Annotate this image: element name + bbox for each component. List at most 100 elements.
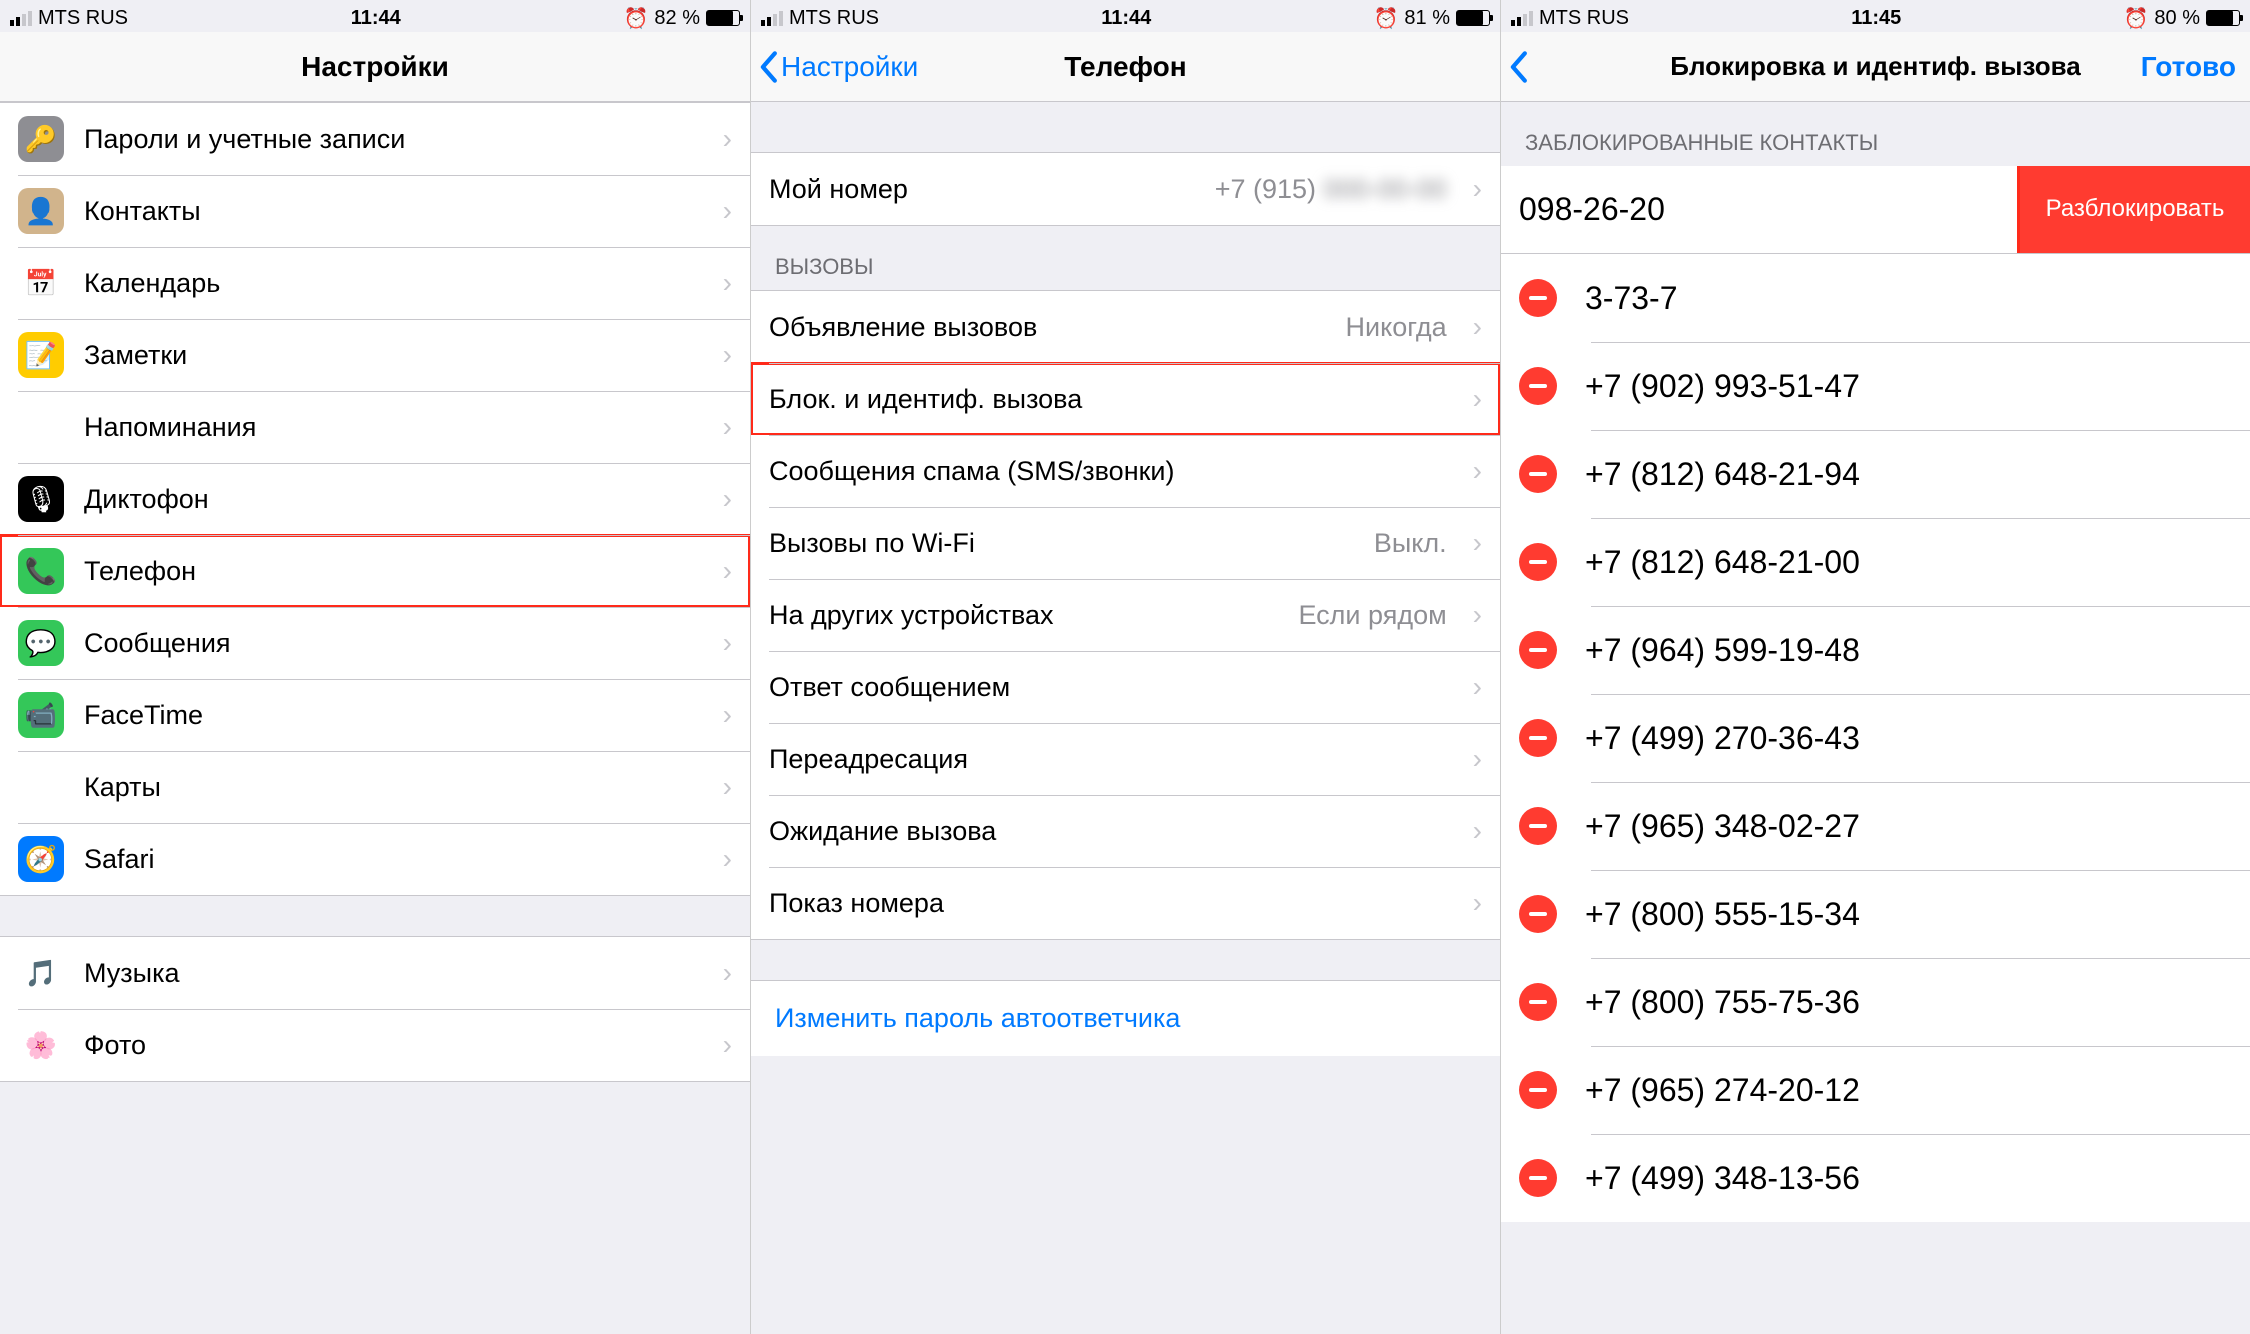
app-icon: 🌸 bbox=[18, 1022, 64, 1068]
app-icon: 🔑 bbox=[18, 116, 64, 162]
nav-bar: Настройки bbox=[0, 32, 750, 102]
app-icon: 💬 bbox=[18, 620, 64, 666]
app-icon: 📹 bbox=[18, 692, 64, 738]
row-label: Сообщения спама (SMS/звонки) bbox=[769, 456, 1453, 487]
blocked-number: +7 (965) 348-02-27 bbox=[1585, 808, 1860, 845]
signal-icon bbox=[761, 11, 783, 26]
battery-pct: 82 % bbox=[654, 7, 700, 30]
blocked-row[interactable]: +7 (965) 348-02-27 bbox=[1501, 782, 2250, 870]
app-icon: 👤 bbox=[18, 188, 64, 234]
blocked-row[interactable]: 3-73-7 bbox=[1501, 254, 2250, 342]
carrier-label: MTS RUS bbox=[1539, 7, 1629, 30]
delete-icon[interactable] bbox=[1519, 543, 1557, 581]
settings-row[interactable]: 📹 FaceTime › bbox=[0, 679, 750, 751]
phone-setting-row[interactable]: Переадресация › bbox=[751, 723, 1500, 795]
alarm-icon: ⏰ bbox=[1374, 6, 1399, 31]
row-label: Переадресация bbox=[769, 744, 1453, 775]
unblock-button[interactable]: Разблокировать bbox=[2020, 166, 2250, 253]
done-button[interactable]: Готово bbox=[2141, 32, 2236, 101]
nav-bar: Настройки Телефон bbox=[751, 32, 1500, 102]
delete-icon[interactable] bbox=[1519, 455, 1557, 493]
blocked-row[interactable]: +7 (800) 755-75-36 bbox=[1501, 958, 2250, 1046]
phone-setting-row[interactable]: Показ номера › bbox=[751, 867, 1500, 939]
page-title: Блокировка и идентиф. вызова bbox=[1670, 51, 2080, 82]
app-icon: 🎙 bbox=[18, 476, 64, 522]
delete-icon[interactable] bbox=[1519, 631, 1557, 669]
battery-pct: 81 % bbox=[1404, 7, 1450, 30]
row-label: Ответ сообщением bbox=[769, 672, 1453, 703]
chevron-right-icon: › bbox=[723, 957, 732, 989]
blocked-row[interactable]: +7 (812) 648-21-00 bbox=[1501, 518, 2250, 606]
clock: 11:44 bbox=[1101, 7, 1151, 30]
delete-icon[interactable] bbox=[1519, 279, 1557, 317]
phone-setting-row[interactable]: Сообщения спама (SMS/звонки) › bbox=[751, 435, 1500, 507]
row-label: Показ номера bbox=[769, 888, 1453, 919]
settings-row[interactable]: 🗺 Карты › bbox=[0, 751, 750, 823]
delete-icon[interactable] bbox=[1519, 895, 1557, 933]
phone-setting-row[interactable]: Блок. и идентиф. вызова › bbox=[751, 363, 1500, 435]
settings-row[interactable]: ☑ Напоминания › bbox=[0, 391, 750, 463]
phone-setting-row[interactable]: На других устройствах Если рядом › bbox=[751, 579, 1500, 651]
blocked-row[interactable]: +7 (812) 648-21-94 bbox=[1501, 430, 2250, 518]
chevron-right-icon: › bbox=[723, 267, 732, 299]
blocked-number: +7 (812) 648-21-94 bbox=[1585, 456, 1860, 493]
phone-setting-row[interactable]: Вызовы по Wi-Fi Выкл. › bbox=[751, 507, 1500, 579]
row-my-number[interactable]: Мой номер +7 (915) 000-00-00 › bbox=[751, 153, 1500, 225]
carrier-label: MTS RUS bbox=[789, 7, 879, 30]
delete-icon[interactable] bbox=[1519, 367, 1557, 405]
settings-row[interactable]: 💬 Сообщения › bbox=[0, 607, 750, 679]
row-label: Телефон bbox=[84, 556, 703, 587]
blocked-row[interactable]: +7 (800) 555-15-34 bbox=[1501, 870, 2250, 958]
settings-row[interactable]: 📞 Телефон › bbox=[0, 535, 750, 607]
chevron-right-icon: › bbox=[723, 483, 732, 515]
settings-row[interactable]: 📅 Календарь › bbox=[0, 247, 750, 319]
settings-row[interactable]: 🎙 Диктофон › bbox=[0, 463, 750, 535]
delete-icon[interactable] bbox=[1519, 719, 1557, 757]
settings-row[interactable]: 🌸 Фото › bbox=[0, 1009, 750, 1081]
delete-icon[interactable] bbox=[1519, 1159, 1557, 1197]
chevron-right-icon: › bbox=[1473, 815, 1482, 847]
blocked-row[interactable]: +7 (965) 274-20-12 bbox=[1501, 1046, 2250, 1134]
settings-row[interactable]: 🎵 Музыка › bbox=[0, 937, 750, 1009]
chevron-right-icon: › bbox=[1473, 887, 1482, 919]
blocked-number: +7 (964) 599-19-48 bbox=[1585, 632, 1860, 669]
blocked-row[interactable]: +7 (499) 270-36-43 bbox=[1501, 694, 2250, 782]
blocked-number: +7 (812) 648-21-00 bbox=[1585, 544, 1860, 581]
blocked-row[interactable]: +7 (902) 993-51-47 bbox=[1501, 342, 2250, 430]
chevron-right-icon: › bbox=[723, 411, 732, 443]
phone-setting-row[interactable]: Ожидание вызова › bbox=[751, 795, 1500, 867]
settings-row[interactable]: 👤 Контакты › bbox=[0, 175, 750, 247]
delete-icon[interactable] bbox=[1519, 983, 1557, 1021]
blocked-row[interactable]: +7 (964) 599-19-48 bbox=[1501, 606, 2250, 694]
row-label: Заметки bbox=[84, 340, 703, 371]
row-label: Safari bbox=[84, 844, 703, 875]
row-label: Ожидание вызова bbox=[769, 816, 1453, 847]
nav-bar: Блокировка и идентиф. вызова Готово bbox=[1501, 32, 2250, 102]
phone-setting-row[interactable]: Объявление вызовов Никогда › bbox=[751, 291, 1500, 363]
clock: 11:44 bbox=[351, 7, 401, 30]
row-label: Пароли и учетные записи bbox=[84, 124, 703, 155]
delete-icon[interactable] bbox=[1519, 807, 1557, 845]
settings-row[interactable]: 🧭 Safari › bbox=[0, 823, 750, 895]
blocked-row[interactable]: +7 (499) 348-13-56 bbox=[1501, 1134, 2250, 1222]
battery-icon bbox=[2206, 10, 2240, 26]
blocked-row-swiped[interactable]: 098-26-20 Разблокировать bbox=[1501, 166, 2250, 254]
settings-row[interactable]: 📝 Заметки › bbox=[0, 319, 750, 391]
back-button[interactable]: Настройки bbox=[757, 32, 918, 101]
row-label: Напоминания bbox=[84, 412, 703, 443]
row-value: Если рядом bbox=[1298, 600, 1446, 631]
back-button[interactable] bbox=[1507, 32, 1529, 101]
page-title: Настройки bbox=[301, 51, 449, 83]
blocked-number: +7 (965) 274-20-12 bbox=[1585, 1072, 1860, 1109]
row-label: Фото bbox=[84, 1030, 703, 1061]
phone-setting-row[interactable]: Ответ сообщением › bbox=[751, 651, 1500, 723]
change-voicemail-password[interactable]: Изменить пароль автоответчика bbox=[751, 980, 1500, 1056]
panel-settings: MTS RUS 11:44 ⏰ 82 % Настройки 🔑 Пароли … bbox=[0, 0, 750, 1334]
blocked-number: +7 (499) 270-36-43 bbox=[1585, 720, 1860, 757]
chevron-right-icon: › bbox=[723, 555, 732, 587]
blocked-list: 3-73-7 +7 (902) 993-51-47 +7 (812) 648-2… bbox=[1501, 254, 2250, 1222]
delete-icon[interactable] bbox=[1519, 1071, 1557, 1109]
blocked-number: 098-26-20 bbox=[1519, 166, 1665, 253]
page-title: Телефон bbox=[1064, 51, 1186, 83]
settings-row[interactable]: 🔑 Пароли и учетные записи › bbox=[0, 103, 750, 175]
